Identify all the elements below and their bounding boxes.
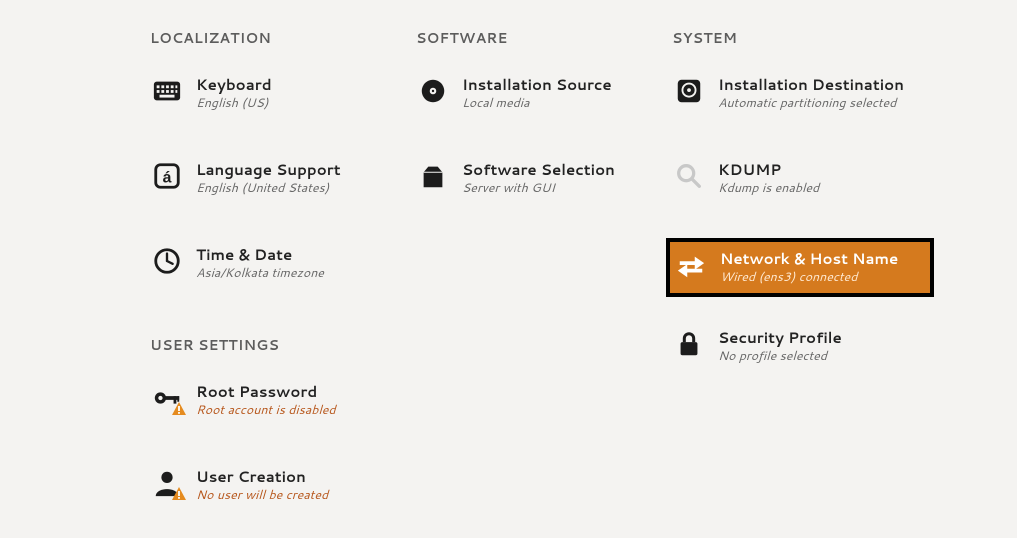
- category-heading-software: SOFTWARE: [416, 28, 650, 48]
- spoke-title: Root Password: [196, 383, 336, 401]
- user-icon: [152, 468, 182, 498]
- network-arrows-icon: [676, 250, 706, 280]
- spoke-status: Root account is disabled: [196, 403, 336, 418]
- spoke-title: Installation Destination: [718, 76, 904, 94]
- spoke-status: Asia/Kolkata timezone: [196, 266, 324, 281]
- spoke-title: Software Selection: [462, 161, 615, 179]
- spoke-time-date[interactable]: Time & Date Asia/Kolkata timezone: [148, 242, 394, 285]
- spoke-title: Keyboard: [196, 76, 272, 94]
- spoke-software-selection[interactable]: Software Selection Server with GUI: [414, 157, 650, 200]
- column-localization: LOCALIZATION Keyboard English (US): [148, 28, 414, 538]
- category-heading-localization: LOCALIZATION: [150, 28, 394, 48]
- spoke-title: Network & Host Name: [720, 250, 898, 268]
- spoke-keyboard[interactable]: Keyboard English (US): [148, 72, 394, 115]
- category-heading-system: SYSTEM: [672, 28, 930, 48]
- spoke-security-profile[interactable]: Security Profile No profile selected: [670, 325, 930, 368]
- package-icon: [418, 161, 448, 191]
- spoke-title: Time & Date: [196, 246, 324, 264]
- warning-badge-icon: [172, 402, 186, 416]
- spoke-status: English (United States): [196, 181, 341, 196]
- clock-icon: [152, 246, 182, 276]
- spoke-status: Automatic partitioning selected: [718, 96, 904, 111]
- spoke-language-support[interactable]: á Language Support English (United State…: [148, 157, 394, 200]
- spoke-title: User Creation: [196, 468, 328, 486]
- disc-icon: [418, 76, 448, 106]
- spoke-status: Server with GUI: [462, 181, 615, 196]
- lock-icon: [674, 329, 704, 359]
- spoke-status: Kdump is enabled: [718, 181, 819, 196]
- spoke-kdump[interactable]: KDUMP Kdump is enabled: [670, 157, 930, 200]
- installation-summary: LOCALIZATION Keyboard English (US): [0, 0, 1017, 538]
- spoke-installation-source[interactable]: Installation Source Local media: [414, 72, 650, 115]
- spoke-title: Installation Source: [462, 76, 612, 94]
- spoke-status: Wired (ens3) connected: [720, 270, 898, 285]
- language-icon: á: [152, 161, 182, 191]
- spoke-title: Security Profile: [718, 329, 842, 347]
- spoke-network-hostname[interactable]: Network & Host Name Wired (ens3) connect…: [670, 242, 930, 293]
- spoke-user-creation[interactable]: User Creation No user will be created: [148, 464, 394, 507]
- spoke-status: No user will be created: [196, 488, 328, 503]
- spoke-root-password[interactable]: Root Password Root account is disabled: [148, 379, 394, 422]
- key-icon: [152, 383, 182, 413]
- spoke-status: Local media: [462, 96, 612, 111]
- hard-disk-icon: [674, 76, 704, 106]
- search-icon: [674, 161, 704, 191]
- column-software: SOFTWARE Installation Source Local media: [414, 28, 670, 538]
- spoke-title: Language Support: [196, 161, 341, 179]
- keyboard-icon: [152, 76, 182, 106]
- column-system: SYSTEM Installation Destination Automati…: [670, 28, 950, 538]
- spoke-installation-destination[interactable]: Installation Destination Automatic parti…: [670, 72, 930, 115]
- svg-text:á: á: [163, 170, 172, 187]
- warning-badge-icon: [172, 487, 186, 501]
- spoke-title: KDUMP: [718, 161, 819, 179]
- category-heading-user-settings: USER SETTINGS: [150, 335, 394, 355]
- spoke-status: English (US): [196, 96, 272, 111]
- spoke-status: No profile selected: [718, 349, 842, 364]
